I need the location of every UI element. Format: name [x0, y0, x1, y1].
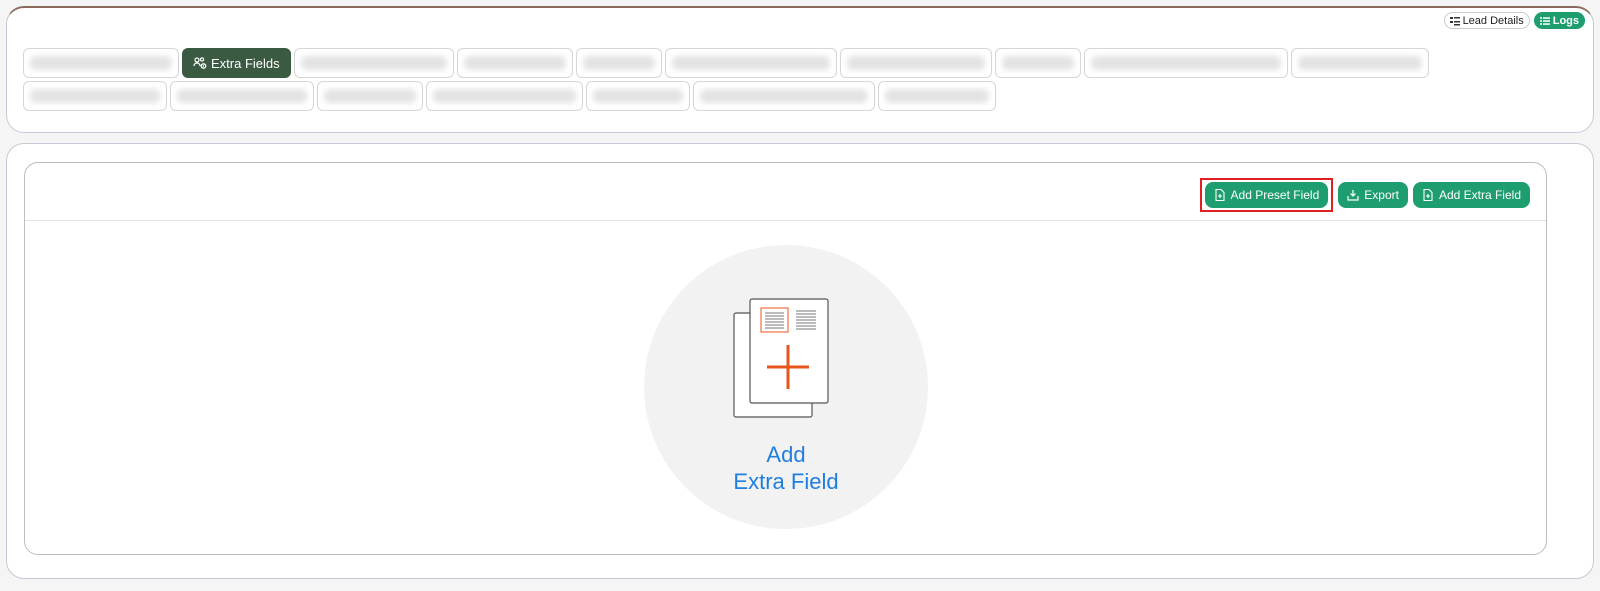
redacted-label — [1090, 56, 1281, 70]
tab-redacted[interactable] — [575, 48, 662, 78]
add-extra-field-label: Add Extra Field — [1438, 188, 1521, 202]
empty-state-line2: Extra Field — [733, 469, 839, 494]
lead-details-button[interactable]: Lead Details — [1443, 12, 1530, 29]
redacted-label — [885, 89, 989, 103]
main-panel: Add Preset Field Export Add Extra Field — [6, 143, 1594, 579]
top-panel: Lead Details Logs Extra Fields — [6, 6, 1594, 133]
tab-redacted[interactable] — [878, 81, 996, 111]
tab-redacted[interactable] — [456, 48, 573, 78]
redacted-label — [30, 89, 160, 103]
tab-redacted[interactable] — [23, 81, 167, 111]
extra-fields-card: Add Preset Field Export Add Extra Field — [24, 162, 1547, 555]
tab-bar: Extra Fields — [23, 48, 1453, 114]
redacted-label — [582, 56, 655, 70]
tab-redacted[interactable] — [664, 48, 837, 78]
tab-extra-fields[interactable]: Extra Fields — [182, 48, 291, 78]
tab-redacted[interactable] — [1290, 48, 1429, 78]
document-add-icon — [733, 298, 829, 418]
toolbar-buttons: Add Preset Field Export Add Extra Field — [1199, 178, 1530, 212]
tab-redacted[interactable] — [170, 81, 314, 111]
add-preset-field-label: Add Preset Field — [1230, 188, 1320, 202]
file-plus-icon — [1214, 189, 1225, 201]
tab-redacted[interactable] — [426, 81, 583, 111]
card-toolbar: Add Preset Field Export Add Extra Field — [25, 163, 1546, 221]
redacted-label — [593, 89, 683, 103]
tab-redacted[interactable] — [839, 48, 992, 78]
file-plus-icon — [1423, 189, 1433, 201]
tab-redacted[interactable] — [586, 81, 690, 111]
empty-state-add-extra-field[interactable]: Add Extra Field — [644, 245, 928, 529]
highlight-box: Add Preset Field — [1199, 178, 1334, 212]
tab-redacted[interactable] — [994, 48, 1081, 78]
empty-state-label: Add Extra Field — [644, 441, 928, 495]
redacted-label — [324, 89, 416, 103]
logs-button[interactable]: Logs — [1533, 12, 1585, 29]
tab-redacted[interactable] — [1083, 48, 1288, 78]
top-actions: Lead Details Logs — [1443, 12, 1585, 29]
tab-redacted[interactable] — [293, 48, 454, 78]
tab-label: Extra Fields — [211, 55, 280, 71]
download-icon — [1347, 190, 1359, 201]
tab-redacted[interactable] — [23, 48, 179, 78]
add-preset-field-button[interactable]: Add Preset Field — [1204, 182, 1329, 208]
redacted-label — [300, 56, 447, 70]
tab-redacted[interactable] — [317, 81, 423, 111]
redacted-label — [1001, 56, 1074, 70]
tab-redacted[interactable] — [693, 81, 875, 111]
add-extra-field-button[interactable]: Add Extra Field — [1412, 182, 1530, 208]
list-detail-icon — [1449, 16, 1460, 25]
redacted-label — [463, 56, 566, 70]
redacted-label — [1297, 56, 1422, 70]
users-gear-icon — [193, 57, 207, 69]
redacted-label — [846, 56, 985, 70]
redacted-label — [30, 56, 172, 70]
list-icon — [1539, 16, 1550, 25]
export-label: Export — [1364, 188, 1399, 202]
lead-details-label: Lead Details — [1462, 14, 1524, 27]
empty-state-line1: Add — [766, 442, 806, 467]
redacted-label — [700, 89, 868, 103]
redacted-label — [177, 89, 307, 103]
logs-label: Logs — [1552, 14, 1579, 27]
redacted-label — [671, 56, 830, 70]
redacted-label — [433, 89, 576, 103]
export-button[interactable]: Export — [1338, 182, 1408, 208]
